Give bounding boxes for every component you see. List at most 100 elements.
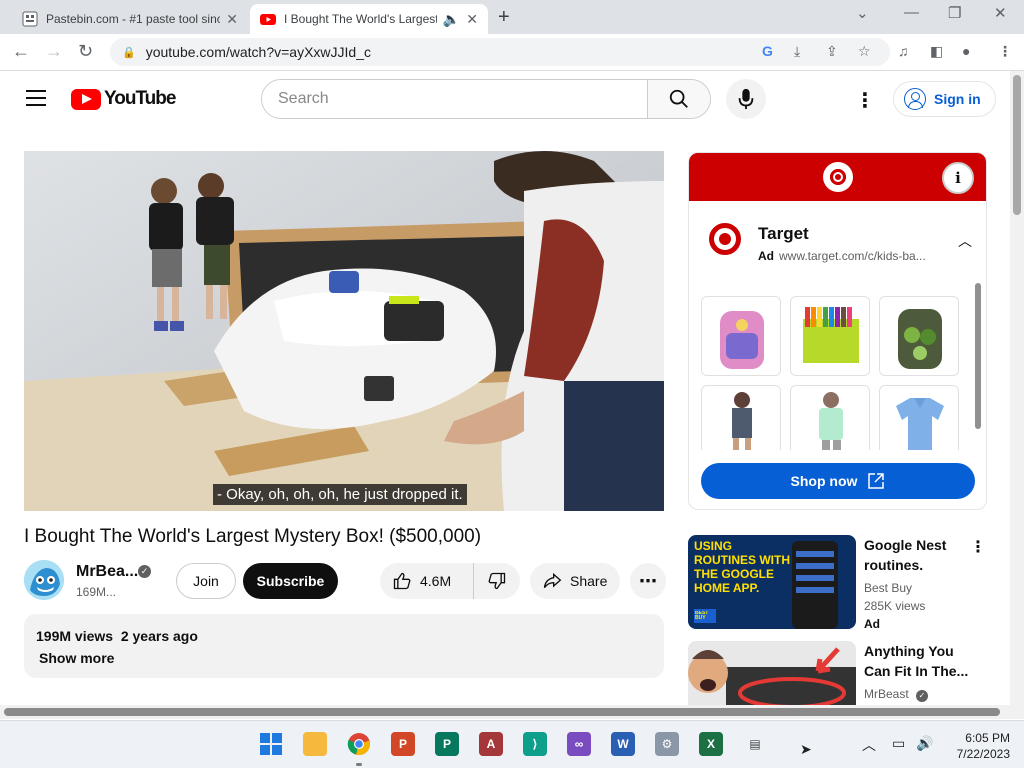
recommendation-item[interactable]: Anything You Can Fit In The... MrBeast ✓	[688, 641, 998, 705]
network-icon[interactable]: ▭	[892, 735, 905, 752]
excel-icon[interactable]: X	[699, 732, 723, 756]
scrollbar-thumb[interactable]	[1013, 75, 1021, 215]
description-box[interactable]: 199M views 2 years ago Show more	[24, 614, 664, 678]
profile-icon[interactable]: ●	[962, 43, 970, 59]
more-actions-button[interactable]: ⋯	[630, 563, 666, 599]
powerpoint-icon[interactable]: P	[391, 732, 415, 756]
sign-in-button[interactable]: Sign in	[893, 81, 996, 117]
vscode-icon[interactable]: ⟩	[523, 732, 547, 756]
thumbnail-text: USING ROUTINES WITH THE GOOGLE HOME APP.	[694, 539, 790, 595]
ad-info-icon[interactable]: i	[942, 162, 974, 194]
product-tile[interactable]	[790, 296, 870, 376]
share-arrow-icon	[543, 572, 562, 589]
channel-avatar[interactable]	[24, 560, 64, 600]
tab-title: I Bought The World's Largest	[284, 12, 437, 26]
settings-gear-icon[interactable]: ⚙	[655, 732, 679, 756]
target-advertiser-icon[interactable]	[709, 223, 741, 255]
page-horizontal-scrollbar[interactable]	[0, 705, 1024, 719]
search-input[interactable]	[262, 80, 647, 118]
close-tab-icon[interactable]: ✕	[226, 11, 238, 28]
like-button[interactable]: 4.6M	[380, 563, 474, 599]
volume-icon[interactable]: 🔊	[916, 735, 933, 752]
restore-button[interactable]: ❐	[948, 4, 961, 22]
file-explorer-icon[interactable]	[303, 732, 327, 756]
tab-audio-icon[interactable]: 🔈	[443, 11, 460, 28]
install-icon[interactable]: ⤓	[794, 43, 800, 60]
recommendation-channel[interactable]: MrBeast ✓	[864, 687, 929, 702]
markers-box-image	[803, 307, 859, 363]
subscribe-button[interactable]: Subscribe	[243, 563, 338, 599]
tab-pastebin[interactable]: Pastebin.com - #1 paste tool since ✕	[12, 4, 248, 34]
bestbuy-badge: BEST BUY	[695, 611, 709, 621]
shop-now-button[interactable]: Shop now	[701, 463, 975, 499]
ad-advertiser-name[interactable]: Target	[758, 224, 809, 244]
tab-youtube[interactable]: I Bought The World's Largest 🔈 ✕	[250, 4, 488, 34]
show-hidden-icons-chevron-icon[interactable]: ︿	[862, 735, 876, 755]
ad-badge: Ad	[864, 617, 880, 631]
video-caption: - Okay, oh, oh, oh, he just dropped it.	[213, 484, 467, 505]
channel-name[interactable]: MrBea...	[76, 563, 138, 581]
polo-shirt-image	[896, 398, 944, 450]
reload-button[interactable]: ↻	[78, 41, 93, 62]
back-button[interactable]: ←	[12, 41, 30, 62]
share-page-icon[interactable]: ⇪	[826, 43, 838, 60]
bookmark-star-icon[interactable]: ☆	[858, 43, 871, 60]
tab-search-icon[interactable]: ⌄	[856, 4, 869, 22]
close-window-button[interactable]: ✕	[994, 4, 1007, 22]
recommendation-item[interactable]: USING ROUTINES WITH THE GOOGLE HOME APP.…	[688, 535, 998, 631]
chrome-icon[interactable]	[347, 732, 371, 756]
settings-more-icon[interactable]: ⋮	[855, 88, 875, 113]
product-tile[interactable]	[701, 296, 781, 376]
product-tile[interactable]	[879, 296, 959, 376]
notepad-icon[interactable]: ▤	[743, 732, 767, 756]
media-control-icon[interactable]: ♫	[898, 43, 909, 59]
share-button[interactable]: Share	[530, 563, 620, 599]
close-tab-icon[interactable]: ✕	[466, 11, 478, 28]
system-clock[interactable]: 6:05 PM 7/22/2023	[950, 730, 1010, 762]
ad-url[interactable]: www.target.com/c/kids-ba...	[779, 249, 926, 263]
clock-time: 6:05 PM	[965, 731, 1010, 745]
address-bar[interactable]: 🔒 youtube.com/watch?v=ayXxwJJId_c	[110, 38, 890, 66]
product-tile[interactable]	[790, 385, 870, 450]
like-count: 4.6M	[420, 573, 452, 589]
recommendation-channel[interactable]: Best Buy	[864, 581, 912, 595]
access-icon[interactable]: A	[479, 732, 503, 756]
youtube-logo[interactable]: YouTube	[71, 88, 176, 110]
sign-in-label: Sign in	[934, 91, 981, 107]
recommendation-thumbnail[interactable]: USING ROUTINES WITH THE GOOGLE HOME APP.…	[688, 535, 856, 629]
recommendation-title[interactable]: Google Nest routines.	[864, 535, 974, 575]
guide-menu-icon[interactable]	[26, 90, 46, 106]
search-button[interactable]	[647, 80, 710, 118]
ad-scrollbar[interactable]	[975, 283, 981, 429]
side-panel-icon[interactable]: ◧	[930, 43, 943, 60]
windows-taskbar: P P A ⟩ ∞ W ⚙ X ▤ ➤ ︿ ▭ 🔊 6:05 PM 7/22/2…	[0, 720, 1024, 768]
minimize-button[interactable]: —	[904, 4, 919, 21]
recommendation-title[interactable]: Anything You Can Fit In The...	[864, 641, 974, 681]
visual-studio-icon[interactable]: ∞	[567, 732, 591, 756]
publisher-icon[interactable]: P	[435, 732, 459, 756]
scrollbar-thumb[interactable]	[4, 708, 1000, 716]
ad-banner[interactable]: i	[689, 153, 986, 201]
forward-button[interactable]: →	[45, 41, 63, 62]
product-tile[interactable]	[879, 385, 959, 450]
dislike-button[interactable]	[474, 571, 520, 591]
recommendation-thumbnail[interactable]	[688, 641, 856, 705]
word-icon[interactable]: W	[611, 732, 635, 756]
more-options-icon[interactable]: ⋮	[970, 537, 986, 557]
chevron-up-icon[interactable]: ︿	[958, 231, 972, 251]
recommendation-channel-name: MrBeast	[864, 687, 909, 701]
product-tile[interactable]	[701, 385, 781, 450]
lock-icon[interactable]: 🔒	[122, 46, 136, 59]
voice-search-button[interactable]	[726, 79, 766, 119]
browser-menu-icon[interactable]: ⋮	[998, 43, 1012, 60]
video-player[interactable]	[24, 151, 664, 511]
start-button[interactable]	[259, 732, 283, 756]
new-tab-button[interactable]: +	[498, 6, 510, 29]
show-more-link[interactable]: Show more	[39, 650, 652, 666]
join-button[interactable]: Join	[176, 563, 236, 599]
backpack-pink-image	[720, 311, 764, 369]
share-label: Share	[570, 573, 608, 589]
google-lens-icon[interactable]: G	[762, 43, 773, 59]
page-vertical-scrollbar[interactable]	[1010, 71, 1024, 705]
running-indicator	[356, 763, 362, 766]
